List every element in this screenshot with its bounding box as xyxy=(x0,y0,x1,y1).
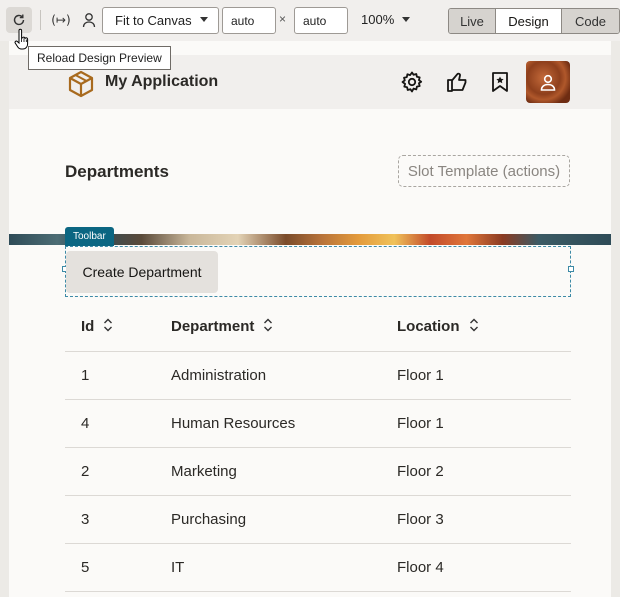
width-input[interactable]: auto xyxy=(222,7,276,34)
cell-id: 3 xyxy=(65,495,171,544)
fit-to-canvas-label: Fit to Canvas xyxy=(115,13,192,28)
designer-toolbar: (↦) Fit to Canvas auto × auto 100% Live … xyxy=(0,0,620,41)
zoom-level[interactable]: 100% xyxy=(361,12,394,27)
design-canvas: My Application Departments Slot Template… xyxy=(9,41,611,597)
mode-live-button[interactable]: Live xyxy=(449,9,495,33)
reload-tooltip: Reload Design Preview xyxy=(28,46,171,70)
table-row[interactable]: 5 IT Floor 4 xyxy=(65,543,571,592)
user-icon[interactable] xyxy=(80,9,98,31)
slot-template-actions[interactable]: Slot Template (actions) xyxy=(398,155,570,187)
cell-department: Human Resources xyxy=(171,399,397,448)
cell-location: Floor 1 xyxy=(397,351,571,400)
column-header-label: Department xyxy=(171,317,255,335)
variables-icon[interactable]: (↦) xyxy=(50,9,72,31)
cell-location: Floor 1 xyxy=(397,399,571,448)
height-input[interactable]: auto xyxy=(294,7,348,34)
app-logo-icon xyxy=(67,70,95,103)
cell-id: 5 xyxy=(65,543,171,592)
toolbar-divider xyxy=(40,10,41,30)
times-separator: × xyxy=(279,12,287,26)
cell-id: 2 xyxy=(65,447,171,496)
column-header-label: Id xyxy=(81,317,95,335)
cell-department: Marketing xyxy=(171,447,397,496)
resize-handle-right[interactable] xyxy=(568,266,574,272)
avatar[interactable] xyxy=(526,61,570,103)
cell-id: 1 xyxy=(65,351,171,400)
departments-table: Id Department Location 1 Administration … xyxy=(65,303,571,592)
zoom-chevron-down-icon[interactable] xyxy=(402,17,410,22)
mode-design-button[interactable]: Design xyxy=(495,9,562,33)
table-header-row: Id Department Location xyxy=(65,303,571,352)
cell-id: 4 xyxy=(65,399,171,448)
page-title: Departments xyxy=(65,162,169,181)
sort-icon[interactable] xyxy=(263,318,273,336)
cell-department: Administration xyxy=(171,351,397,400)
table-row[interactable]: 4 Human Resources Floor 1 xyxy=(65,399,571,448)
sort-icon[interactable] xyxy=(469,318,479,336)
app-title: My Application xyxy=(105,73,219,90)
column-header-department[interactable]: Department xyxy=(171,303,397,352)
fit-to-canvas-select[interactable]: Fit to Canvas xyxy=(102,7,219,34)
gear-icon[interactable] xyxy=(401,71,423,93)
chevron-down-icon xyxy=(200,17,208,22)
mode-switcher: Live Design Code xyxy=(448,8,620,34)
mode-code-button[interactable]: Code xyxy=(562,9,619,33)
cell-location: Floor 3 xyxy=(397,495,571,544)
column-header-label: Location xyxy=(397,317,460,335)
cell-location: Floor 4 xyxy=(397,543,571,592)
cell-department: Purchasing xyxy=(171,495,397,544)
column-header-location[interactable]: Location xyxy=(397,303,571,352)
hand-cursor-icon xyxy=(14,28,30,55)
cell-location: Floor 2 xyxy=(397,447,571,496)
thumbs-up-icon[interactable] xyxy=(446,71,468,93)
column-header-id[interactable]: Id xyxy=(65,303,171,352)
table-row[interactable]: 3 Purchasing Floor 3 xyxy=(65,495,571,544)
create-department-button[interactable]: Create Department xyxy=(66,251,218,293)
cell-department: IT xyxy=(171,543,397,592)
table-row[interactable]: 2 Marketing Floor 2 xyxy=(65,447,571,496)
toolbar-component-tag[interactable]: Toolbar xyxy=(65,227,114,246)
sort-icon[interactable] xyxy=(103,318,113,336)
table-row[interactable]: 1 Administration Floor 1 xyxy=(65,351,571,400)
bookmark-star-icon[interactable] xyxy=(490,71,512,93)
